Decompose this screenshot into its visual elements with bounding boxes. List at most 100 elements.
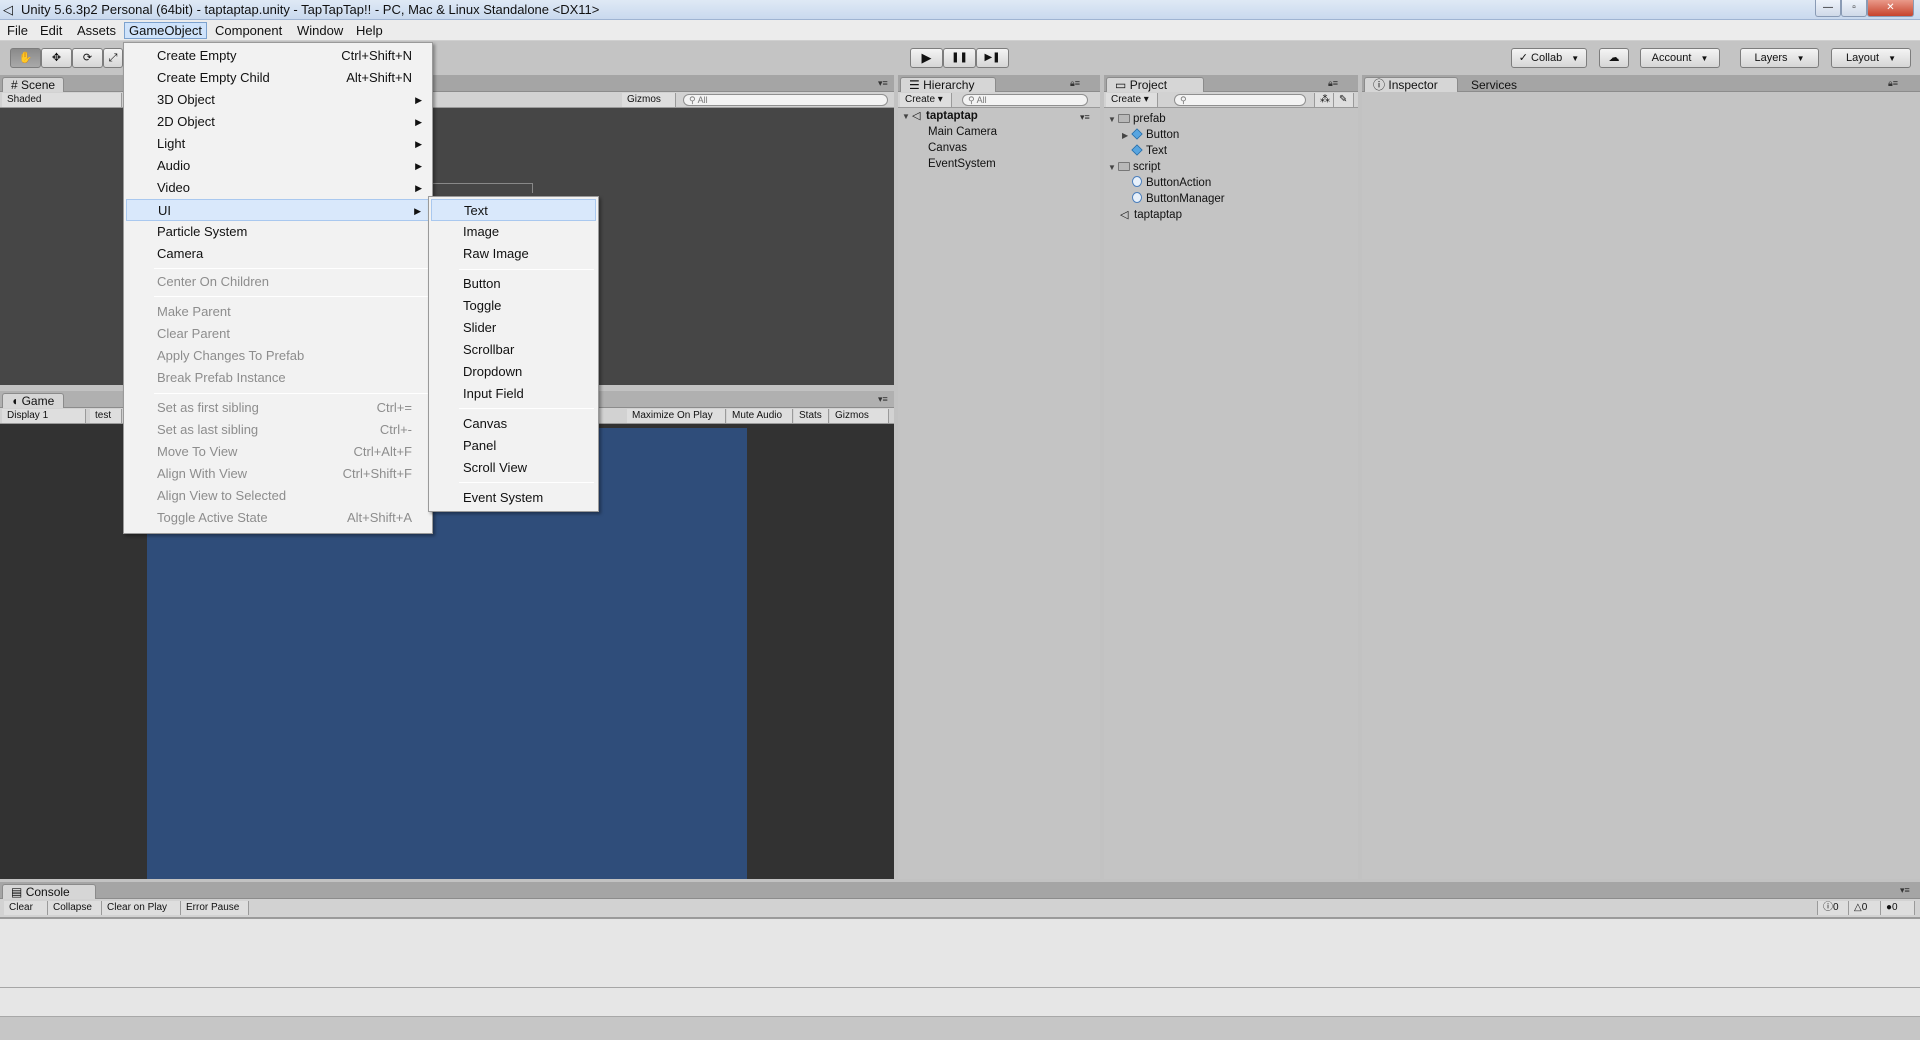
layers-dropdown[interactable]: Layers ▼ (1740, 48, 1819, 68)
tab-services[interactable]: Services (1462, 77, 1534, 92)
scene-menu-icon[interactable]: ▾≡ (1080, 112, 1090, 123)
hierarchy-create-dropdown[interactable]: Create ▾ (900, 93, 952, 107)
menu-item-toggle-active-state[interactable]: Toggle Active State Alt+Shift+A (126, 507, 430, 529)
menu-item-break-prefab[interactable]: Break Prefab Instance (126, 367, 430, 389)
menu-item-3d-object[interactable]: 3D Object ▶ (126, 89, 430, 111)
pause-button[interactable]: ❚❚ (943, 48, 976, 68)
asset-item[interactable]: Text (1131, 144, 1167, 159)
menu-item-align-view-to-selected[interactable]: Align View to Selected (126, 485, 430, 507)
panel-menu-icon[interactable]: ▾≡ (878, 78, 888, 89)
expand-triangle-icon[interactable]: ▼ (902, 109, 912, 124)
submenu-item-dropdown[interactable]: Dropdown (431, 361, 596, 383)
list-item[interactable]: EventSystem (928, 157, 996, 172)
hand-tool-button[interactable]: ✋ (10, 48, 41, 68)
submenu-item-panel[interactable]: Panel (431, 435, 596, 457)
menu-item-light[interactable]: Light ▶ (126, 133, 430, 155)
layout-dropdown[interactable]: Layout ▼ (1831, 48, 1911, 68)
tab-inspector[interactable]: ⓘ Inspector (1364, 77, 1458, 92)
account-dropdown[interactable]: Account ▼ (1640, 48, 1720, 68)
menu-item-set-last-sibling[interactable]: Set as last sibling Ctrl+- (126, 419, 430, 441)
minimize-button[interactable]: — (1815, 0, 1841, 17)
console-log-area[interactable] (0, 918, 1920, 1016)
resolution-dropdown[interactable]: test (90, 409, 122, 423)
list-item[interactable]: Canvas (928, 141, 967, 156)
scene-root-item[interactable]: ▼ ◁ taptaptap (902, 109, 978, 124)
submenu-item-toggle[interactable]: Toggle (431, 295, 596, 317)
console-clear-on-play-toggle[interactable]: Clear on Play (102, 901, 181, 915)
submenu-item-button[interactable]: Button (431, 273, 596, 295)
filter-type-icon[interactable]: ⁂ (1314, 93, 1334, 107)
lock-icon[interactable]: 🔒︎≡ (1888, 78, 1898, 89)
close-button[interactable]: ✕ (1867, 0, 1914, 17)
menu-item-align-with-view[interactable]: Align With View Ctrl+Shift+F (126, 463, 430, 485)
menu-item-clear-parent[interactable]: Clear Parent (126, 323, 430, 345)
menu-edit[interactable]: Edit (36, 22, 66, 39)
lock-icon[interactable]: 🔒︎≡ (1070, 78, 1080, 89)
menu-assets[interactable]: Assets (73, 22, 120, 39)
lock-icon[interactable]: 🔒︎≡ (1328, 78, 1338, 89)
asset-item[interactable]: ▶ Button (1122, 128, 1179, 143)
menu-file[interactable]: File (3, 22, 32, 39)
menu-item-particle-system[interactable]: Particle System (126, 221, 430, 243)
expand-triangle-icon[interactable]: ▼ (1108, 112, 1118, 127)
shading-mode-dropdown[interactable]: Shaded (2, 93, 122, 107)
filter-label-icon[interactable]: ✎ (1334, 93, 1354, 107)
menu-item-ui[interactable]: UI ▶ (126, 199, 430, 221)
list-item[interactable]: Main Camera (928, 125, 997, 140)
scene-search-input[interactable]: ⚲ All (683, 94, 888, 106)
display-dropdown[interactable]: Display 1 (2, 409, 86, 423)
cloud-button[interactable]: ☁ (1599, 48, 1629, 68)
submenu-item-scrollbar[interactable]: Scrollbar (431, 339, 596, 361)
menu-item-2d-object[interactable]: 2D Object ▶ (126, 111, 430, 133)
scale-tool-button[interactable]: ⤢ (103, 48, 123, 68)
move-tool-button[interactable]: ✥ (41, 48, 72, 68)
expand-triangle-icon[interactable]: ▶ (1122, 128, 1132, 143)
scene-gizmos-dropdown[interactable]: Gizmos (622, 93, 676, 107)
menu-item-move-to-view[interactable]: Move To View Ctrl+Alt+F (126, 441, 430, 463)
console-info-filter[interactable]: ⓘ0 (1817, 901, 1849, 915)
menu-item-audio[interactable]: Audio ▶ (126, 155, 430, 177)
asset-item[interactable]: ButtonManager (1132, 192, 1225, 207)
mute-audio-toggle[interactable]: Mute Audio (727, 409, 793, 423)
menu-item-create-empty[interactable]: Create Empty Ctrl+Shift+N (126, 45, 430, 67)
menu-item-make-parent[interactable]: Make Parent (126, 301, 430, 323)
console-collapse-toggle[interactable]: Collapse (48, 901, 102, 915)
submenu-item-text[interactable]: Text (431, 199, 596, 221)
submenu-item-input-field[interactable]: Input Field (431, 383, 596, 405)
project-create-dropdown[interactable]: Create ▾ (1106, 93, 1158, 107)
menu-help[interactable]: Help (352, 22, 387, 39)
tab-game[interactable]: ◖ Game (2, 393, 64, 408)
submenu-item-raw-image[interactable]: Raw Image (431, 243, 596, 265)
folder-item[interactable]: ▼ script (1108, 160, 1160, 175)
menu-item-center-on-children[interactable]: Center On Children (126, 271, 430, 293)
tab-project[interactable]: ▭ Project (1106, 77, 1204, 92)
play-button[interactable]: ▶ (910, 48, 943, 68)
menu-item-set-first-sibling[interactable]: Set as first sibling Ctrl+= (126, 397, 430, 419)
expand-triangle-icon[interactable]: ▼ (1108, 160, 1118, 175)
submenu-item-canvas[interactable]: Canvas (431, 413, 596, 435)
menu-item-create-empty-child[interactable]: Create Empty Child Alt+Shift+N (126, 67, 430, 89)
tab-console[interactable]: ▤ Console (2, 884, 96, 899)
asset-item[interactable]: ButtonAction (1132, 176, 1211, 191)
menu-component[interactable]: Component (211, 22, 286, 39)
panel-menu-icon[interactable]: ▾≡ (1900, 885, 1910, 896)
submenu-item-image[interactable]: Image (431, 221, 596, 243)
console-clear-button[interactable]: Clear (4, 901, 48, 915)
menu-window[interactable]: Window (293, 22, 347, 39)
menu-item-camera[interactable]: Camera (126, 243, 430, 265)
maximize-button[interactable]: ▫ (1841, 0, 1867, 17)
step-button[interactable]: ▶❚ (976, 48, 1009, 68)
panel-menu-icon[interactable]: ▾≡ (878, 394, 888, 405)
console-error-filter[interactable]: ●0 (1881, 901, 1915, 915)
game-gizmos-dropdown[interactable]: Gizmos (830, 409, 889, 423)
hierarchy-search-input[interactable]: ⚲ All (962, 94, 1088, 106)
stats-toggle[interactable]: Stats (794, 409, 829, 423)
console-warning-filter[interactable]: △0 (1849, 901, 1881, 915)
console-error-pause-toggle[interactable]: Error Pause (181, 901, 249, 915)
submenu-item-event-system[interactable]: Event System (431, 487, 596, 509)
menu-item-apply-prefab[interactable]: Apply Changes To Prefab (126, 345, 430, 367)
submenu-item-scroll-view[interactable]: Scroll View (431, 457, 596, 479)
menu-gameobject[interactable]: GameObject (124, 22, 207, 39)
tab-scene[interactable]: # Scene (2, 77, 64, 92)
maximize-on-play-toggle[interactable]: Maximize On Play (627, 409, 726, 423)
